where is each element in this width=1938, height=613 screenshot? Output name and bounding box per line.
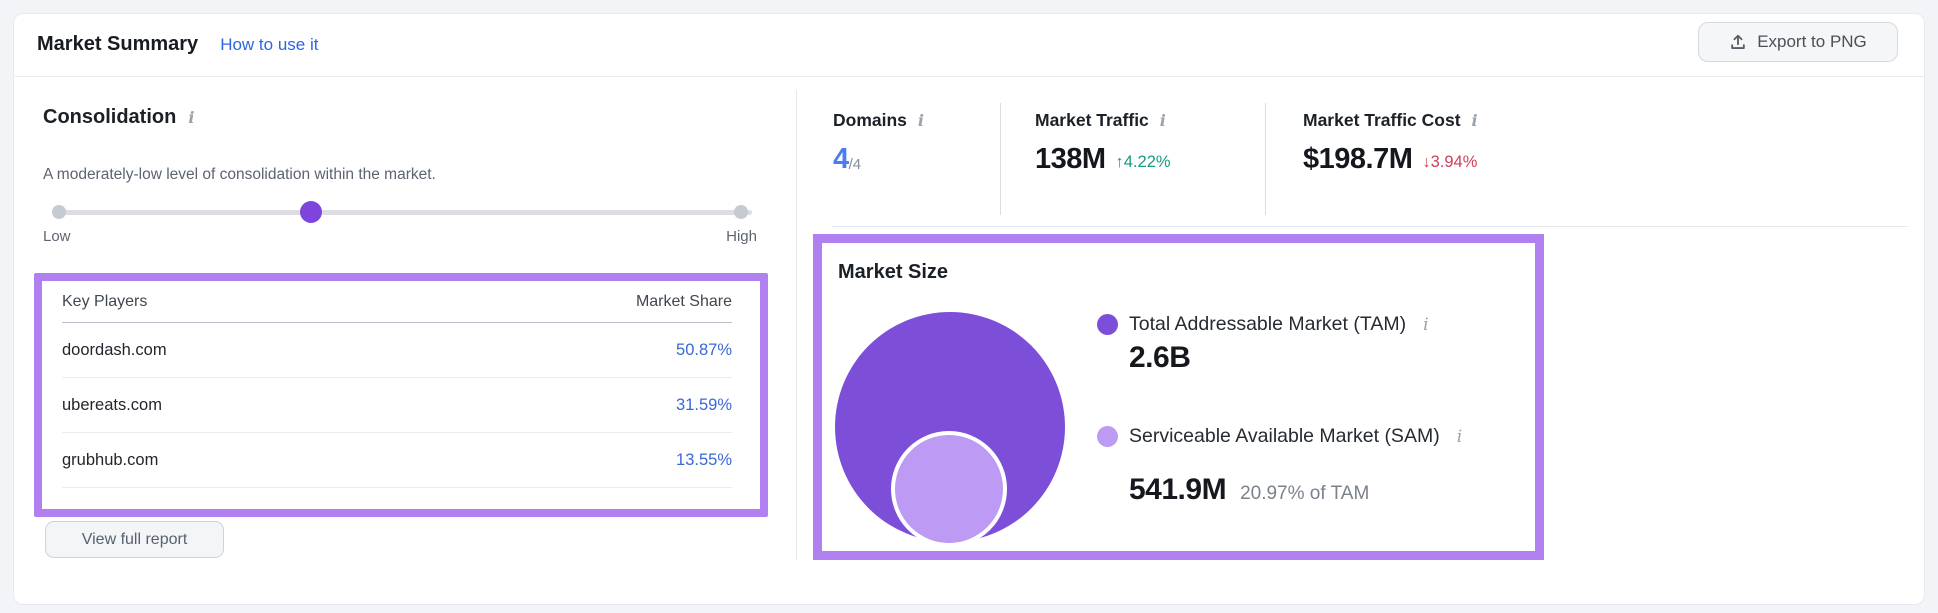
export-to-png-button[interactable]: Export to PNG [1698, 22, 1898, 62]
sam-legend-row: Serviceable Available Market (SAM) i [1097, 425, 1464, 448]
card-header: Market Summary How to use it Export to P… [13, 13, 1925, 77]
domains-value-row: 4 /4 [833, 143, 926, 176]
market-share-cell: 13.55% [676, 451, 732, 470]
info-icon[interactable]: i [1421, 315, 1430, 335]
tam-legend-row: Total Addressable Market (TAM) i [1097, 313, 1431, 336]
slider-low-endpoint [52, 205, 66, 219]
column-key-players: Key Players [62, 293, 147, 311]
column-market-share: Market Share [636, 293, 732, 311]
market-share-cell: 50.87% [676, 341, 732, 360]
domains-label-text: Domains [833, 110, 907, 131]
sam-value-row: 541.9M 20.97% of TAM [1129, 473, 1369, 507]
domains-label: Domains i [833, 110, 926, 131]
slider-high-label: High [726, 228, 757, 245]
market-traffic-cost-delta: ↓3.94% [1422, 153, 1477, 176]
slider-thumb[interactable] [300, 201, 322, 223]
table-row: ubereats.com 31.59% [62, 378, 732, 433]
market-traffic-cost-value: $198.7M [1303, 143, 1412, 176]
market-traffic-cost-label-text: Market Traffic Cost [1303, 110, 1461, 131]
tam-legend-dot [1097, 314, 1118, 335]
view-full-report-button[interactable]: View full report [45, 521, 224, 558]
consolidation-slider[interactable] [52, 200, 752, 224]
key-players-table: Key Players Market Share doordash.com 50… [42, 281, 760, 509]
page-title: Market Summary [37, 33, 198, 56]
sam-legend-dot [1097, 426, 1118, 447]
domain-cell: ubereats.com [62, 396, 162, 415]
market-traffic-label: Market Traffic i [1035, 110, 1171, 131]
market-summary-page: Market Summary How to use it Export to P… [0, 0, 1938, 613]
consolidation-description: A moderately-low level of consolidation … [43, 166, 436, 184]
tam-label: Total Addressable Market (TAM) [1129, 313, 1406, 336]
market-size-section: Market Size Total Addressable Market (TA… [822, 243, 1535, 551]
sam-bubble [891, 431, 1007, 547]
stat-domains: Domains i 4 /4 [833, 110, 926, 176]
table-row: doordash.com 50.87% [62, 323, 732, 378]
domain-cell: grubhub.com [62, 451, 158, 470]
market-size-title: Market Size [838, 261, 948, 284]
info-icon[interactable]: i [186, 108, 196, 127]
market-traffic-value: 138M [1035, 143, 1106, 176]
market-traffic-cost-label: Market Traffic Cost i [1303, 110, 1480, 131]
info-icon[interactable]: i [1470, 111, 1480, 130]
stat-divider [1000, 103, 1001, 215]
stat-market-traffic-cost: Market Traffic Cost i $198.7M ↓3.94% [1303, 110, 1480, 176]
market-traffic-label-text: Market Traffic [1035, 110, 1149, 131]
market-traffic-cost-value-row: $198.7M ↓3.94% [1303, 143, 1480, 176]
domain-cell: doordash.com [62, 341, 167, 360]
info-icon[interactable]: i [1455, 427, 1464, 447]
stats-bottom-divider [832, 226, 1908, 227]
key-players-table-header: Key Players Market Share [62, 281, 732, 323]
sam-value: 541.9M [1129, 473, 1226, 507]
table-row: grubhub.com 13.55% [62, 433, 732, 488]
market-share-cell: 31.59% [676, 396, 732, 415]
how-to-use-link[interactable]: How to use it [220, 35, 318, 55]
market-traffic-value-row: 138M ↑4.22% [1035, 143, 1171, 176]
market-size-highlight-box: Market Size Total Addressable Market (TA… [813, 234, 1544, 560]
export-upload-icon [1729, 33, 1747, 51]
market-traffic-delta: ↑4.22% [1116, 153, 1171, 176]
slider-low-label: Low [43, 228, 71, 245]
consolidation-title: Consolidation i [43, 106, 196, 129]
tam-value: 2.6B [1129, 341, 1190, 375]
stat-divider [1265, 103, 1266, 215]
consolidation-title-text: Consolidation [43, 106, 176, 129]
info-icon[interactable]: i [1158, 111, 1168, 130]
domains-total: /4 [849, 156, 862, 176]
sam-label: Serviceable Available Market (SAM) [1129, 425, 1440, 448]
sam-percent-of-tam: 20.97% of TAM [1240, 483, 1369, 505]
export-button-label: Export to PNG [1757, 32, 1867, 52]
section-divider [796, 90, 797, 560]
slider-track[interactable] [52, 210, 752, 215]
info-icon[interactable]: i [916, 111, 926, 130]
stat-market-traffic: Market Traffic i 138M ↑4.22% [1035, 110, 1171, 176]
slider-high-endpoint [734, 205, 748, 219]
key-players-highlight-box: Key Players Market Share doordash.com 50… [34, 273, 768, 517]
slider-labels: Low High [43, 228, 757, 245]
domains-value: 4 [833, 143, 849, 176]
